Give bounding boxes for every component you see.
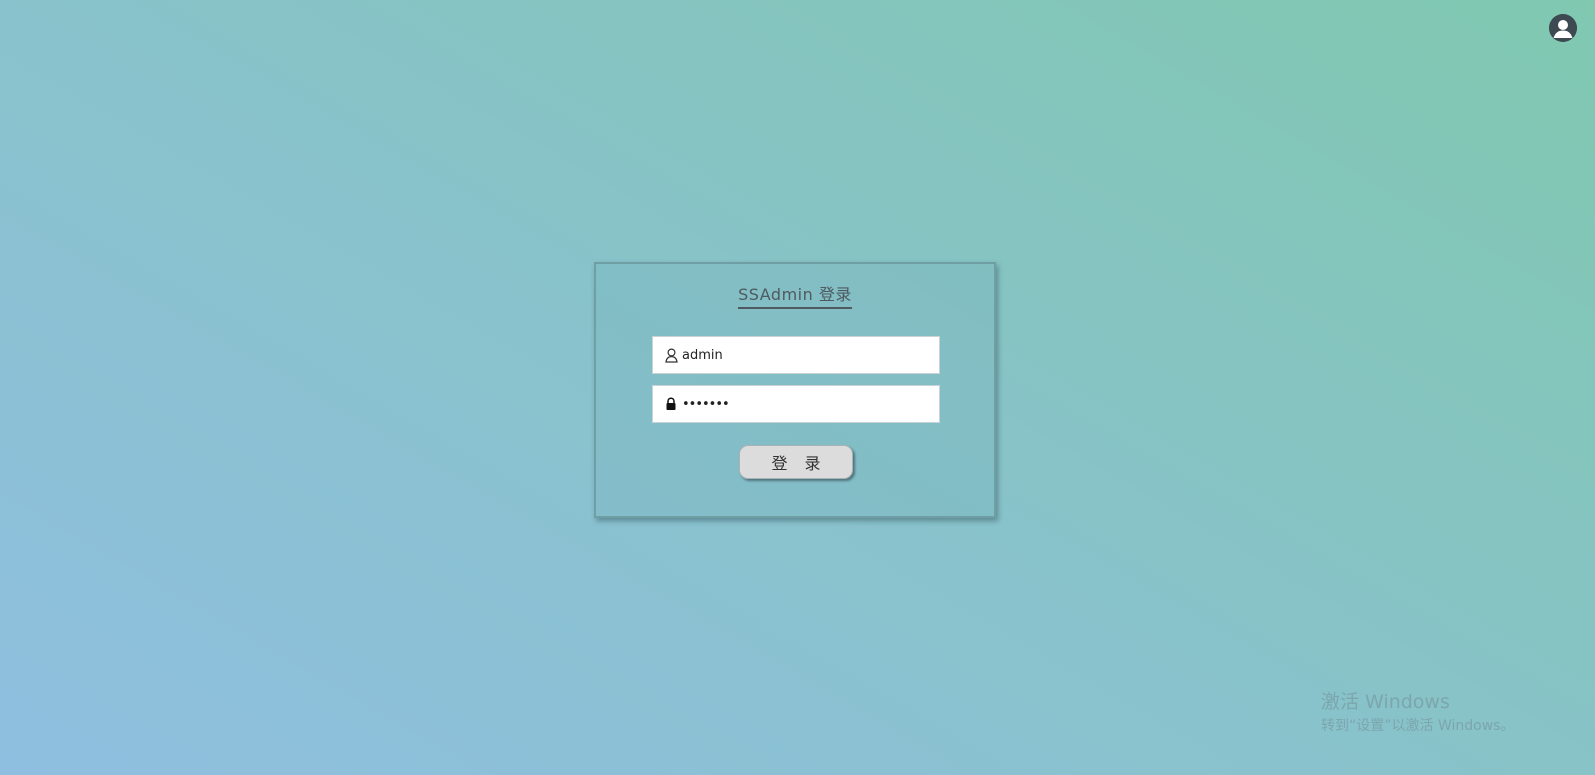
user-icon xyxy=(664,347,678,363)
account-button[interactable] xyxy=(1549,14,1577,42)
login-button[interactable]: 登 录 xyxy=(739,445,853,479)
password-input[interactable] xyxy=(682,396,922,412)
windows-activation-watermark: 激活 Windows 转到“设置”以激活 Windows。 xyxy=(1321,690,1514,736)
watermark-title: 激活 Windows xyxy=(1321,691,1450,713)
watermark-subtitle: 转到“设置”以激活 Windows。 xyxy=(1321,718,1515,734)
login-title: SSAdmin 登录 xyxy=(738,281,852,309)
password-field[interactable] xyxy=(652,385,940,423)
username-field[interactable] xyxy=(652,336,940,374)
login-title-wrap: SSAdmin 登录 xyxy=(596,281,994,309)
username-input[interactable] xyxy=(682,347,922,363)
login-card: SSAdmin 登录 登 录 xyxy=(594,262,996,518)
user-circle-icon xyxy=(1549,14,1577,42)
lock-icon xyxy=(664,396,678,412)
